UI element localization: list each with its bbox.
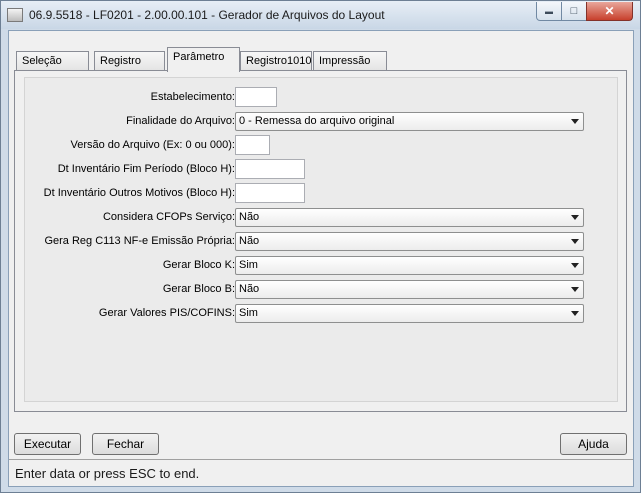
row-pis-cofins: Gerar Valores PIS/COFINS: Sim (25, 303, 619, 324)
gera-c113-value: Não (239, 235, 260, 247)
maximize-icon: □ (570, 5, 578, 17)
chevron-down-icon (571, 119, 579, 124)
fechar-button[interactable]: Fechar (92, 433, 159, 455)
estabelecimento-label: Estabelecimento: (150, 91, 235, 103)
minimize-icon: ▬ (545, 6, 553, 16)
row-finalidade: Finalidade do Arquivo: 0 - Remessa do ar… (25, 111, 619, 132)
row-bloco-k: Gerar Bloco K: Sim (25, 255, 619, 276)
pis-cofins-label: Gerar Valores PIS/COFINS: (98, 307, 235, 319)
bloco-b-label: Gerar Bloco B: (162, 283, 235, 295)
chevron-down-icon (571, 263, 579, 268)
client-area: Seleção Registro Parâmetro Registro1010 … (8, 30, 634, 487)
maximize-button[interactable]: □ (561, 2, 587, 21)
tab-panel-parametro: Estabelecimento: Finalidade do Arquivo: … (14, 70, 627, 412)
bloco-k-label: Gerar Bloco K: (162, 259, 235, 271)
minimize-button[interactable]: ▬ (536, 2, 562, 21)
action-bar: Executar Fechar Ajuda (14, 429, 627, 457)
bloco-k-value: Sim (239, 259, 258, 271)
bloco-b-select[interactable]: Não (235, 280, 584, 299)
gera-c113-label: Gera Reg C113 NF-e Emissão Própria: (44, 235, 235, 247)
tab-registro[interactable]: Registro (94, 51, 165, 71)
close-icon: ✕ (604, 4, 615, 18)
row-estabelecimento: Estabelecimento: (25, 87, 619, 108)
versao-label: Versão do Arquivo (Ex: 0 ou 000): (70, 139, 236, 151)
row-bloco-b: Gerar Bloco B: Não (25, 279, 619, 300)
dt-inventario-outros-label: Dt Inventário Outros Motivos (Bloco H): (43, 187, 235, 199)
chevron-down-icon (571, 311, 579, 316)
bloco-k-select[interactable]: Sim (235, 256, 584, 275)
considera-cfops-select[interactable]: Não (235, 208, 584, 227)
chevron-down-icon (571, 239, 579, 244)
app-icon (7, 8, 23, 22)
finalidade-value: 0 - Remessa do arquivo original (239, 115, 395, 127)
considera-cfops-label: Considera CFOPs Serviço: (102, 211, 235, 223)
finalidade-label: Finalidade do Arquivo: (126, 115, 235, 127)
chevron-down-icon (571, 215, 579, 220)
versao-input[interactable] (235, 135, 270, 155)
window-title: 06.9.5518 - LF0201 - 2.00.00.101 - Gerad… (29, 8, 385, 22)
tab-parametro[interactable]: Parâmetro (167, 47, 240, 72)
pis-cofins-select[interactable]: Sim (235, 304, 584, 323)
dt-inventario-fim-input[interactable] (235, 159, 305, 179)
considera-cfops-value: Não (239, 211, 260, 223)
status-bar: Enter data or press ESC to end. (9, 459, 633, 486)
tab-impressao[interactable]: Impressão (313, 51, 387, 71)
finalidade-select[interactable]: 0 - Remessa do arquivo original (235, 112, 584, 131)
row-dt-inventario-outros: Dt Inventário Outros Motivos (Bloco H): (25, 183, 619, 204)
ajuda-button[interactable]: Ajuda (560, 433, 627, 455)
parameter-form: Estabelecimento: Finalidade do Arquivo: … (24, 77, 618, 402)
title-bar[interactable]: 06.9.5518 - LF0201 - 2.00.00.101 - Gerad… (1, 1, 640, 29)
executar-button[interactable]: Executar (14, 433, 81, 455)
tab-registro1010[interactable]: Registro1010 (240, 51, 312, 71)
main-window: 06.9.5518 - LF0201 - 2.00.00.101 - Gerad… (0, 0, 641, 493)
dt-inventario-fim-label: Dt Inventário Fim Período (Bloco H): (57, 163, 235, 175)
pis-cofins-value: Sim (239, 307, 258, 319)
row-versao: Versão do Arquivo (Ex: 0 ou 000): (25, 135, 619, 156)
gera-c113-select[interactable]: Não (235, 232, 584, 251)
row-gera-c113: Gera Reg C113 NF-e Emissão Própria: Não (25, 231, 619, 252)
bloco-b-value: Não (239, 283, 260, 295)
estabelecimento-input[interactable] (235, 87, 277, 107)
close-button[interactable]: ✕ (586, 2, 633, 21)
row-considera-cfops: Considera CFOPs Serviço: Não (25, 207, 619, 228)
dt-inventario-outros-input[interactable] (235, 183, 305, 203)
row-dt-inventario-fim: Dt Inventário Fim Período (Bloco H): (25, 159, 619, 180)
chevron-down-icon (571, 287, 579, 292)
tab-selecao[interactable]: Seleção (16, 51, 89, 71)
